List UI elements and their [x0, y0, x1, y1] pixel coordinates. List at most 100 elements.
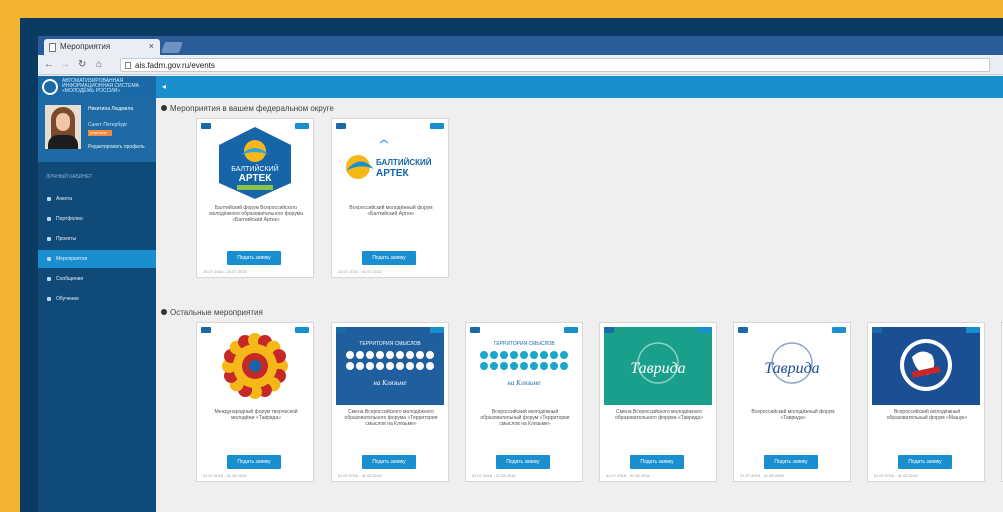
sidebar-item-2[interactable]: Проекты — [38, 230, 156, 248]
apply-button[interactable]: Подать заявку — [630, 455, 684, 469]
event-logo — [872, 327, 980, 405]
status-badge — [430, 123, 444, 129]
tag-icon — [201, 327, 211, 333]
bullet-icon — [161, 309, 167, 315]
tag-icon — [738, 327, 748, 333]
tag-icon — [604, 327, 614, 333]
profile-city: Санкт-Петербург — [88, 122, 128, 128]
tag-icon — [201, 123, 211, 129]
sidebar-item-0[interactable]: Анкета — [38, 190, 156, 208]
browser-window: Мероприятия × ← → ↻ ⌂ ais.fadm.gov.ru/ev… — [38, 36, 1003, 512]
photo-frame: Мероприятия × ← → ↻ ⌂ ais.fadm.gov.ru/ev… — [20, 18, 1003, 512]
svg-text:БАЛТИЙСКИЙ: БАЛТИЙСКИЙ — [376, 158, 432, 167]
app-header: АВТОМАТИЗИРОВАННАЯ ИНФОРМАЦИОННАЯ СИСТЕМ… — [38, 76, 1003, 98]
section-title-federal: Мероприятия в вашем федеральном округе — [161, 104, 334, 113]
event-logo: БАЛТИЙСКИЙ АРТЕК — [336, 123, 444, 201]
page-icon — [125, 62, 131, 69]
status-badge — [295, 123, 309, 129]
svg-text:на Клязьме: на Клязьме — [373, 379, 406, 387]
tag-icon — [336, 123, 346, 129]
bullet-icon — [161, 105, 167, 111]
home-icon[interactable]: ⌂ — [96, 59, 102, 71]
avatar[interactable] — [45, 105, 81, 149]
event-dates: 19.07.2016 - 25.07.2016 — [203, 269, 247, 274]
event-card[interactable]: Международный форум творческой молодёжи … — [196, 322, 314, 482]
sidebar-item-4[interactable]: Сообщения — [38, 270, 156, 288]
tag-icon — [470, 327, 480, 333]
event-card[interactable]: Таврида Всероссийский молодёжный форум «Т… — [733, 322, 851, 482]
apply-button[interactable]: Подать заявку — [764, 455, 818, 469]
apply-button[interactable]: Подать заявку — [362, 455, 416, 469]
status-badge — [832, 327, 846, 333]
brand[interactable]: АВТОМАТИЗИРОВАННАЯ ИНФОРМАЦИОННАЯ СИСТЕМ… — [38, 76, 156, 98]
svg-text:ТЕРРИТОРИЯ СМЫСЛОВ: ТЕРРИТОРИЯ СМЫСЛОВ — [493, 341, 555, 347]
edit-profile-link[interactable]: Редактировать профиль — [88, 144, 145, 150]
main-content: Мероприятия в вашем федеральном округе О… — [156, 98, 1003, 512]
tag-icon — [336, 327, 346, 333]
event-card[interactable]: Таврида Смена Всероссийского молодёжного … — [599, 322, 717, 482]
event-dates: 01.07.2016 - 31.08.2016 — [472, 473, 516, 478]
tag-icon — [872, 327, 882, 333]
svg-text:ТЕРРИТОРИЯ СМЫСЛОВ: ТЕРРИТОРИЯ СМЫСЛОВ — [359, 341, 421, 347]
apply-button[interactable]: Подать заявку — [496, 455, 550, 469]
event-description: Всероссийский молодёжный образовательный… — [480, 409, 570, 427]
svg-text:на Клязьме: на Клязьме — [507, 379, 540, 387]
sidebar-item-label: Сообщения — [56, 276, 84, 282]
apply-button[interactable]: Подать заявку — [227, 251, 281, 265]
event-card[interactable]: БАЛТИЙСКИЙ АРТЕК Всероссийский молодёжный … — [331, 118, 449, 278]
sidebar-item-label: Проекты — [56, 236, 77, 242]
sidebar: Никитина Людмила Санкт-Петербург участни… — [38, 98, 156, 512]
profile-panel: Никитина Людмила Санкт-Петербург участни… — [38, 98, 156, 162]
section-title-other: Остальные мероприятия — [161, 308, 263, 317]
browser-tab[interactable]: Мероприятия × — [44, 39, 160, 55]
logo-icon — [42, 79, 58, 95]
status-badge — [698, 327, 712, 333]
event-card[interactable]: Всероссийский молодёжный образовательный… — [867, 322, 985, 482]
sidebar-item-1[interactable]: Портфолио — [38, 210, 156, 228]
brand-text: АВТОМАТИЗИРОВАННАЯ ИНФОРМАЦИОННАЯ СИСТЕМ… — [62, 78, 139, 94]
reload-icon[interactable]: ↻ — [78, 59, 86, 71]
event-logo: Таврида — [604, 327, 712, 405]
forward-icon[interactable]: → — [60, 59, 70, 71]
status-badge — [295, 327, 309, 333]
close-tab-icon[interactable]: × — [149, 41, 154, 51]
tab-strip: Мероприятия × — [38, 36, 1003, 55]
sidebar-item-5[interactable]: Обучение — [38, 290, 156, 308]
sidebar-item-label: Анкета — [56, 196, 72, 202]
back-icon[interactable]: ← — [44, 59, 54, 71]
sidebar-item-label: Обучение — [56, 296, 79, 302]
event-description: Всероссийский молодёжный образовательный… — [886, 409, 968, 421]
event-dates: 20.07.2016 - 31.07.2016 — [338, 269, 382, 274]
nav-title: ЛИЧНЫЙ КАБИНЕТ — [46, 174, 93, 180]
event-dates: 01.07.2016 - 31.08.2016 — [740, 473, 784, 478]
menu-toggle-icon[interactable]: ◂ — [162, 82, 166, 91]
sidebar-item-label: Мероприятия — [56, 256, 88, 262]
sidebar-item-label: Портфолио — [56, 216, 83, 222]
status-badge — [966, 327, 980, 333]
profile-name: Никитина Людмила — [88, 106, 134, 112]
event-card[interactable]: БАЛТИЙСКИЙ АРТЕК Балтийский форум Всеросси… — [196, 118, 314, 278]
event-logo — [201, 327, 309, 405]
apply-button[interactable]: Подать заявку — [362, 251, 416, 265]
event-card[interactable]: ТЕРРИТОРИЯ СМЫСЛОВ на Клязьме Смена Всерос… — [331, 322, 449, 482]
event-description: Смена Всероссийского молодёжного образов… — [344, 409, 438, 427]
apply-button[interactable]: Подать заявку — [227, 455, 281, 469]
event-description: Всероссийский молодёжный форум «Балтийск… — [349, 205, 433, 217]
event-dates: 01.07.2016 - 31.08.2016 — [606, 473, 650, 478]
svg-text:Таврида: Таврида — [764, 360, 819, 377]
tab-title: Мероприятия — [60, 42, 111, 51]
new-tab-button[interactable] — [160, 42, 184, 53]
event-dates: 01.07.2016 - 31.08.2016 — [874, 473, 918, 478]
url-field[interactable]: ais.fadm.gov.ru/events — [120, 58, 990, 72]
event-description: Смена Всероссийского молодёжного образов… — [614, 409, 703, 421]
svg-text:АРТЕК: АРТЕК — [376, 168, 410, 179]
event-card[interactable]: ТЕРРИТОРИЯ СМЫСЛОВ на Клязьме Всероссийски… — [465, 322, 583, 482]
apply-button[interactable]: Подать заявку — [898, 455, 952, 469]
event-description: Всероссийский молодёжный форум «Таврида» — [751, 409, 835, 421]
status-badge — [430, 327, 444, 333]
document-icon — [49, 43, 56, 52]
svg-text:АРТЕК: АРТЕК — [239, 173, 273, 184]
event-logo: БАЛТИЙСКИЙ АРТЕК — [201, 123, 309, 201]
sidebar-item-3[interactable]: Мероприятия — [38, 250, 156, 268]
url-text: ais.fadm.gov.ru/events — [135, 61, 215, 70]
